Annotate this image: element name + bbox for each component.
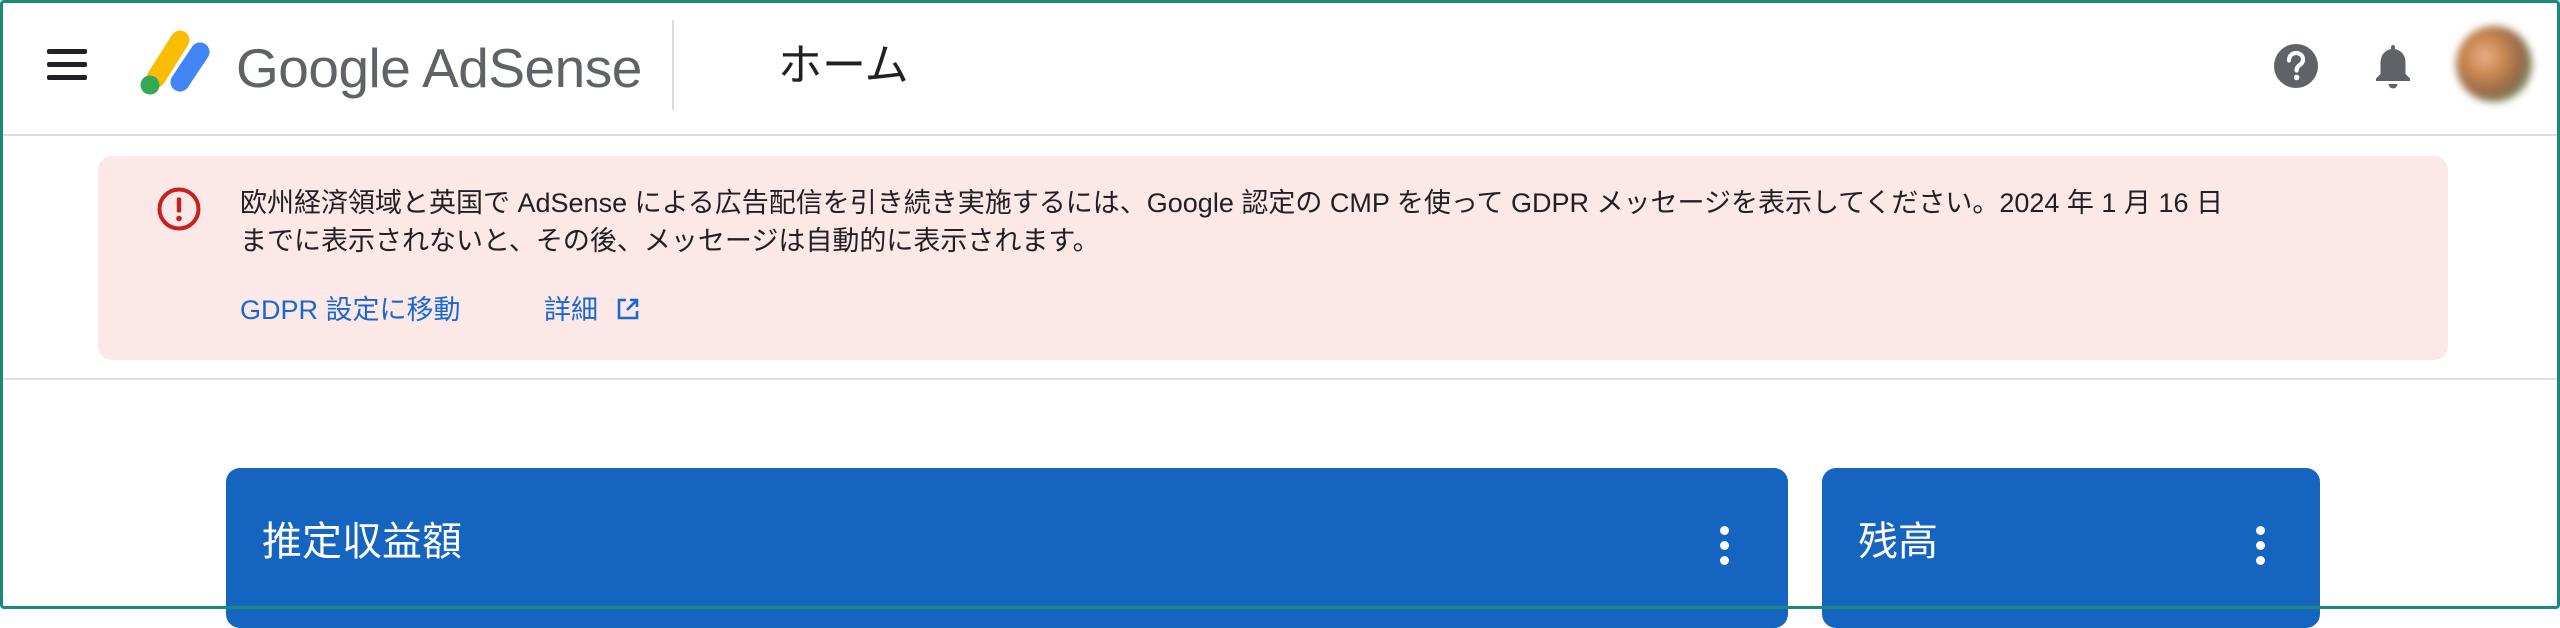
alert-message: 欧州経済領域と英国で AdSense による広告配信を引き続き実施するには、Go… [240,184,2420,260]
error-icon [157,187,201,231]
balance-title: 残高 [1858,520,1938,564]
details-link-label: 詳細 [544,295,598,325]
more-vert-icon[interactable] [1718,524,1730,568]
alert-message-line-1: 欧州経済領域と英国で AdSense による広告配信を引き続き実施するには、Go… [240,188,2223,218]
gdpr-alert-banner: 欧州経済領域と英国で AdSense による広告配信を引き続き実施するには、Go… [98,156,2448,360]
page-title: ホーム [778,41,909,90]
estimated-earnings-title: 推定収益額 [262,520,462,564]
account-avatar[interactable] [2456,26,2532,102]
gdpr-settings-link[interactable]: GDPR 設定に移動 [240,290,461,330]
details-link[interactable]: 詳細 [544,290,640,330]
appbar-divider [672,20,674,110]
open-in-new-icon [617,298,638,320]
estimated-earnings-card: 推定収益額 [226,468,1788,628]
alert-message-line-2: までに表示されないと、その後、メッセージは自動的に表示されます。 [240,226,1100,256]
product-name[interactable]: Google AdSense [236,36,642,100]
menu-icon[interactable] [44,45,90,85]
bell-icon[interactable] [2370,40,2416,92]
section-divider [0,378,2560,380]
balance-card: 残高 [1822,468,2320,628]
more-vert-icon[interactable] [2254,524,2266,568]
top-app-bar: Google AdSense ホーム [0,0,2560,136]
gdpr-settings-link-label: GDPR 設定に移動 [240,295,461,325]
help-icon[interactable] [2272,42,2320,90]
adsense-logo-icon[interactable] [136,28,212,96]
